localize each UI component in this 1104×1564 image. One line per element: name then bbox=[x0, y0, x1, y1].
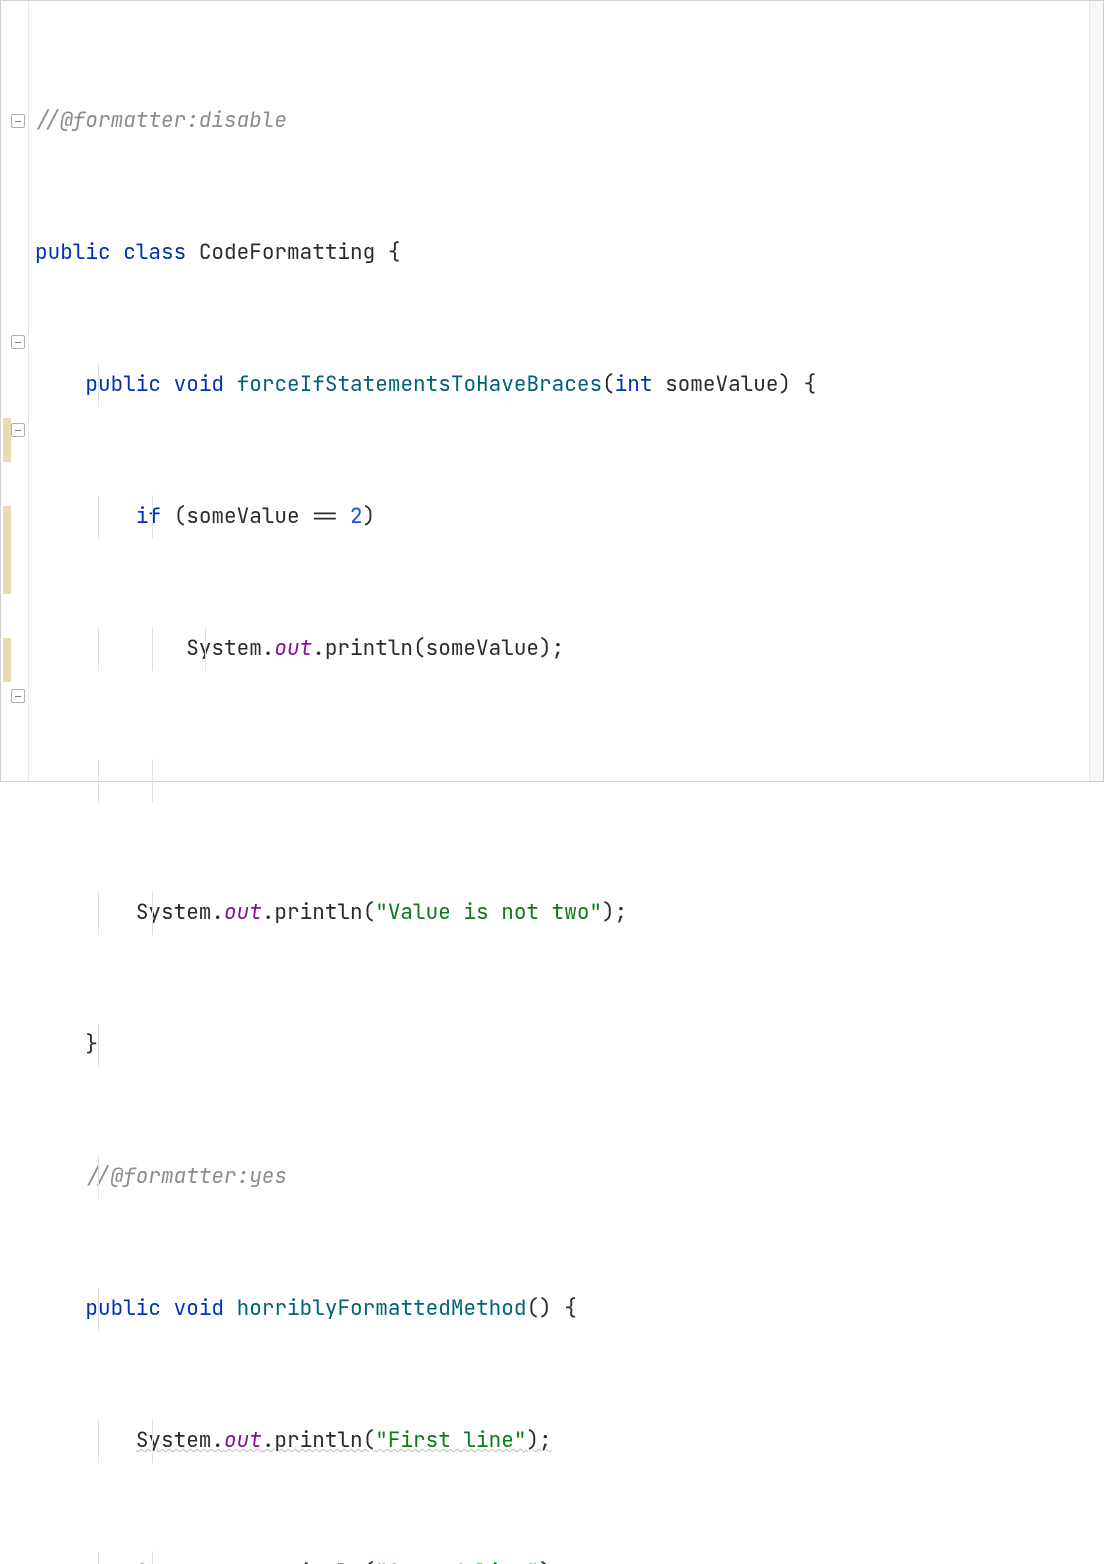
code-line[interactable]: //@formatter:disable bbox=[35, 99, 1103, 143]
keyword: if bbox=[136, 503, 161, 530]
code-text: System. bbox=[136, 1427, 224, 1454]
code-text: ); bbox=[602, 899, 627, 926]
class-name: CodeFormatting bbox=[199, 239, 375, 266]
change-marker bbox=[3, 506, 11, 594]
parameter: someValue bbox=[665, 371, 778, 398]
comment-text: //@formatter:yes bbox=[85, 1163, 287, 1190]
code-line[interactable]: } bbox=[35, 1023, 1103, 1067]
change-marker bbox=[3, 638, 11, 682]
comment-text: //@formatter:disable bbox=[35, 107, 287, 134]
keyword: public bbox=[85, 1295, 161, 1322]
keyword: class bbox=[123, 239, 186, 266]
code-text: (someValue == bbox=[161, 503, 350, 530]
code-content[interactable]: //@formatter:disable public class CodeFo… bbox=[29, 1, 1103, 781]
field-ref: out bbox=[274, 635, 312, 662]
field-ref: out bbox=[224, 1427, 262, 1454]
code-editor[interactable]: //@formatter:disable public class CodeFo… bbox=[1, 1, 1103, 781]
code-line[interactable]: System.out.println(someValue); bbox=[35, 627, 1103, 671]
code-line[interactable]: System.out.println("Second line"); bbox=[35, 1551, 1103, 1564]
code-line[interactable] bbox=[35, 759, 1103, 803]
paren: ( bbox=[602, 371, 615, 398]
brace: } bbox=[85, 1031, 98, 1058]
fold-icon[interactable] bbox=[11, 335, 25, 349]
code-text: .println( bbox=[262, 899, 375, 926]
string-literal: "Second line" bbox=[375, 1559, 539, 1564]
fold-icon[interactable] bbox=[11, 423, 25, 437]
code-text: ); bbox=[526, 1427, 551, 1454]
field-ref: out bbox=[224, 899, 262, 926]
code-line[interactable]: //@formatter:yes bbox=[35, 1155, 1103, 1199]
keyword: void bbox=[174, 371, 224, 398]
method-name: horriblyFormattedMethod bbox=[237, 1295, 527, 1322]
keyword: public bbox=[35, 239, 111, 266]
code-text: .println( bbox=[262, 1427, 375, 1454]
code-text: () { bbox=[526, 1295, 576, 1322]
code-line[interactable]: public class CodeFormatting { bbox=[35, 231, 1103, 275]
code-text: ); bbox=[539, 1559, 564, 1564]
scrollbar[interactable] bbox=[1089, 1, 1103, 781]
change-marker bbox=[3, 418, 11, 462]
keyword: int bbox=[615, 371, 653, 398]
keyword: public bbox=[85, 371, 161, 398]
code-text: System. bbox=[136, 1559, 224, 1564]
fold-icon[interactable] bbox=[11, 114, 25, 128]
code-line[interactable]: System.out.println("Value is not two"); bbox=[35, 891, 1103, 935]
number-literal: 2 bbox=[350, 503, 363, 530]
code-text: System. bbox=[136, 899, 224, 926]
brace: { bbox=[375, 239, 400, 266]
field-ref: out bbox=[224, 1559, 262, 1564]
code-line[interactable]: System.out.println("First line"); bbox=[35, 1419, 1103, 1463]
keyword: void bbox=[174, 1295, 224, 1322]
fold-icon[interactable] bbox=[11, 689, 25, 703]
code-line[interactable]: public void forceIfStatementsToHaveBrace… bbox=[35, 363, 1103, 407]
string-literal: "Value is not two" bbox=[375, 899, 602, 926]
paren: ) bbox=[363, 503, 376, 530]
editor-gutter bbox=[1, 1, 29, 781]
code-line[interactable]: public void horriblyFormattedMethod() { bbox=[35, 1287, 1103, 1331]
code-text: .println(someValue); bbox=[312, 635, 564, 662]
code-line[interactable]: if (someValue == 2) bbox=[35, 495, 1103, 539]
paren: ) { bbox=[778, 371, 816, 398]
string-literal: "First line" bbox=[375, 1427, 526, 1454]
method-name: forceIfStatementsToHaveBraces bbox=[237, 371, 602, 398]
code-text: System. bbox=[186, 635, 274, 662]
code-text: .println( bbox=[262, 1559, 375, 1564]
